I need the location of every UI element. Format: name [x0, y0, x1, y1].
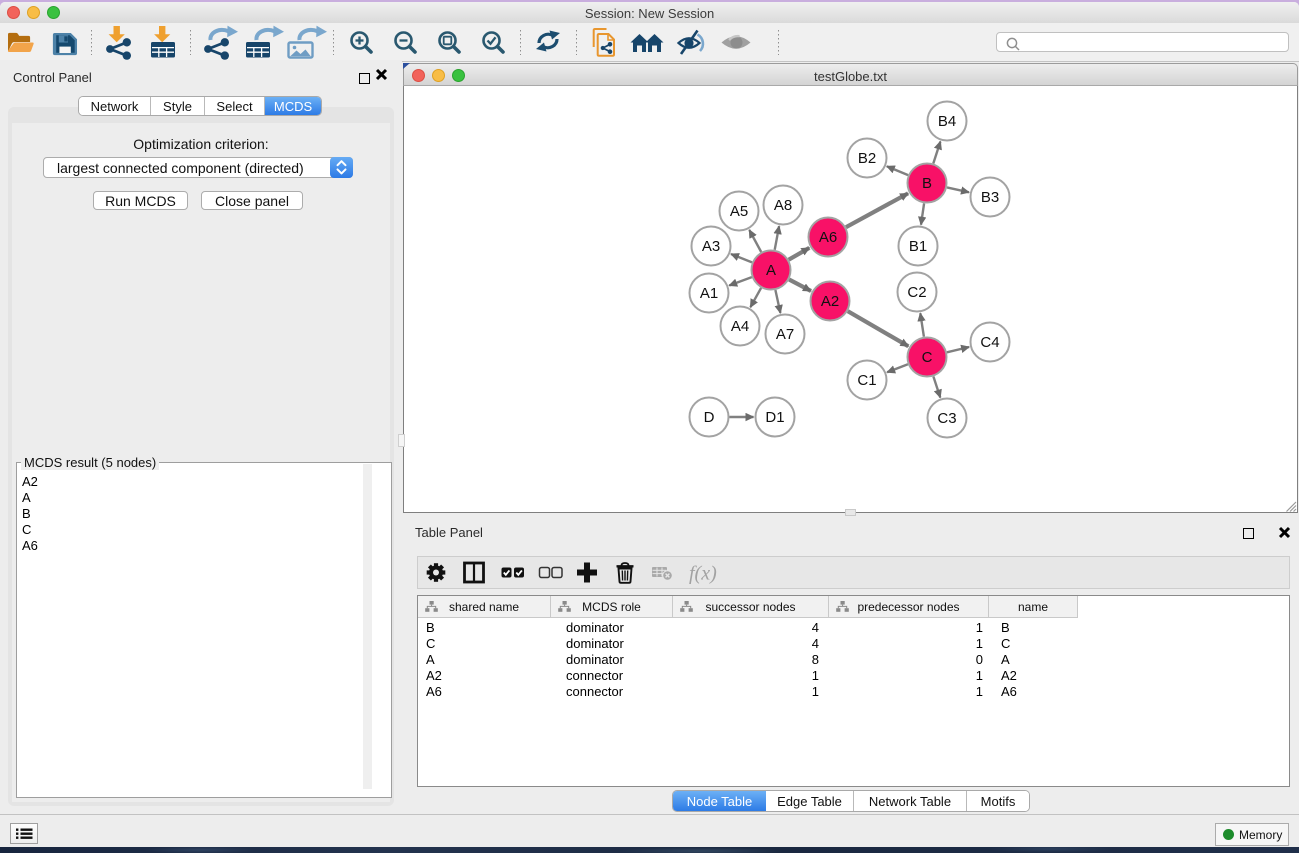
svg-text:B4: B4	[938, 113, 956, 130]
svg-text:C3: C3	[937, 410, 956, 427]
svg-text:A4: A4	[731, 318, 749, 335]
svg-text:A6: A6	[819, 229, 837, 246]
svg-text:A2: A2	[821, 293, 839, 310]
svg-text:A7: A7	[776, 326, 794, 343]
svg-text:B3: B3	[981, 189, 999, 206]
svg-text:C1: C1	[857, 372, 876, 389]
svg-text:A3: A3	[702, 238, 720, 255]
svg-text:D: D	[704, 409, 715, 426]
svg-text:B: B	[922, 175, 932, 192]
svg-text:A8: A8	[774, 197, 792, 214]
svg-text:B2: B2	[858, 150, 876, 167]
svg-text:A: A	[766, 262, 776, 279]
svg-text:A5: A5	[730, 203, 748, 220]
svg-text:f(x): f(x)	[689, 563, 717, 585]
svg-text:D1: D1	[765, 409, 784, 426]
svg-text:A1: A1	[700, 285, 718, 302]
svg-text:B1: B1	[909, 238, 927, 255]
svg-text:C2: C2	[907, 284, 926, 301]
svg-text:C4: C4	[980, 334, 999, 351]
svg-text:C: C	[922, 349, 933, 366]
